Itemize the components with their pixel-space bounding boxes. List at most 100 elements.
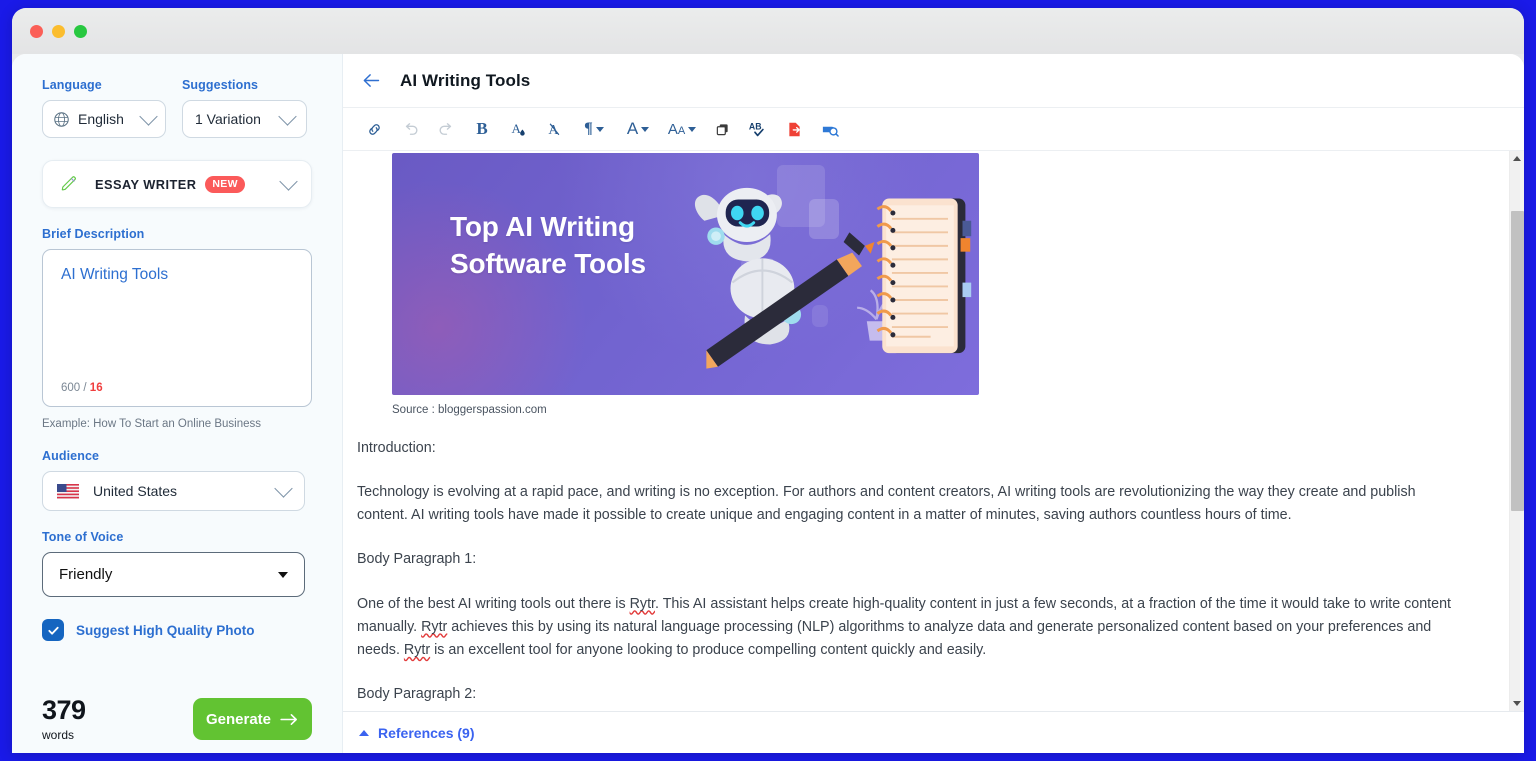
paragraph-icon[interactable]: ¶ xyxy=(573,114,615,144)
use-case-title: ESSAY WRITER xyxy=(95,176,197,192)
paragraph-body1-body: One of the best AI writing tools out the… xyxy=(357,572,1465,662)
suggest-photo-label: Suggest High Quality Photo xyxy=(76,622,255,638)
suggestions-select[interactable]: 1 Variation xyxy=(182,100,307,138)
editor-scroll-region: Top AI Writing Software Tools Source : b… xyxy=(343,151,1524,711)
brief-description-label: Brief Description xyxy=(42,227,145,241)
robot-illustration xyxy=(694,187,972,369)
spellcheck-icon[interactable]: AB xyxy=(741,114,775,144)
char-counter: 600 / 16 xyxy=(61,382,103,394)
scroll-down-arrow[interactable] xyxy=(1510,696,1524,711)
audience-group: Audience United States xyxy=(42,449,312,511)
pen-icon xyxy=(61,176,76,191)
char-separator: / xyxy=(83,382,87,394)
editor-scrollbar[interactable] xyxy=(1509,151,1524,711)
redo-icon[interactable] xyxy=(429,114,463,144)
paragraph-intro-heading: Introduction: xyxy=(357,440,436,456)
bold-icon[interactable]: B xyxy=(465,114,499,144)
misspelled-word[interactable]: Rytr xyxy=(630,596,655,612)
settings-sidebar: Language English Suggestions 1 Variation… xyxy=(12,54,343,753)
us-flag-icon xyxy=(57,483,79,499)
language-select[interactable]: English xyxy=(42,100,166,138)
document-header: AI Writing Tools xyxy=(343,54,1524,108)
audience-label: Audience xyxy=(42,449,100,463)
language-suggestions-row: Language English Suggestions 1 Variation xyxy=(42,78,312,138)
font-family-icon[interactable]: A xyxy=(617,114,659,144)
editor-panel: AI Writing Tools B A A ¶ A AA AB Top AI … xyxy=(343,54,1524,753)
document-body[interactable]: Top AI Writing Software Tools Source : b… xyxy=(343,151,1509,711)
chevron-down-icon xyxy=(278,106,297,126)
back-arrow-icon[interactable] xyxy=(361,70,382,91)
editor-toolbar: B A A ¶ A AA AB xyxy=(343,108,1524,151)
paragraph-body2-heading: Body Paragraph 2: xyxy=(357,686,477,703)
brief-description-group: Brief Description AI Writing Tools 600 /… xyxy=(42,227,312,430)
word-count-block: 379 words xyxy=(42,697,86,742)
paragraph-body1-heading: Body Paragraph 1: xyxy=(357,551,477,568)
scroll-up-arrow[interactable] xyxy=(1510,151,1524,166)
char-limit: 600 xyxy=(61,382,81,394)
language-value: English xyxy=(78,111,124,127)
window-titlebar xyxy=(12,8,1524,54)
word-count-label: words xyxy=(42,728,75,742)
caret-down-icon xyxy=(278,571,288,578)
plagiarism-check-icon[interactable] xyxy=(813,114,847,144)
svg-text:A: A xyxy=(511,121,521,136)
tone-value: Friendly xyxy=(59,566,113,583)
char-used: 16 xyxy=(89,382,103,394)
suggestions-value: 1 Variation xyxy=(195,111,261,127)
article-hero-image: Top AI Writing Software Tools xyxy=(392,153,979,395)
banner-title-line2: Software Tools xyxy=(450,247,646,279)
suggest-photo-toggle[interactable]: Suggest High Quality Photo xyxy=(42,619,312,641)
maximize-window-button[interactable] xyxy=(74,24,87,38)
text-color-icon[interactable]: A xyxy=(501,114,535,144)
text-run: One of the best AI writing tools out the… xyxy=(357,595,630,612)
svg-text:AB: AB xyxy=(748,121,761,131)
text-run: is an excellent tool for anyone looking … xyxy=(430,641,987,658)
chevron-down-icon xyxy=(274,478,293,498)
audience-select[interactable]: United States xyxy=(42,471,305,511)
chevron-up-icon xyxy=(359,729,369,736)
source-caption: Source : bloggerspassion.com xyxy=(392,404,547,416)
copy-icon[interactable] xyxy=(705,114,739,144)
chevron-down-icon xyxy=(279,171,298,191)
app-window: Language English Suggestions 1 Variation… xyxy=(12,8,1524,753)
brief-description-hint: Example: How To Start an Online Business xyxy=(42,418,262,430)
brief-description-value: AI Writing Tools xyxy=(61,266,169,283)
audience-value: United States xyxy=(93,483,178,499)
minimize-window-button[interactable] xyxy=(52,24,65,38)
language-group: Language English xyxy=(42,78,166,138)
scrollbar-thumb[interactable] xyxy=(1511,211,1524,511)
page-root: Language English Suggestions 1 Variation… xyxy=(12,54,1524,753)
globe-icon xyxy=(54,111,69,127)
tone-group: Tone of Voice Friendly xyxy=(42,530,312,597)
tone-label: Tone of Voice xyxy=(42,530,124,544)
close-window-button[interactable] xyxy=(30,24,43,38)
brief-description-input[interactable]: AI Writing Tools 600 / 16 xyxy=(42,249,312,407)
export-doc-icon[interactable] xyxy=(777,114,811,144)
banner-title-line1: Top AI Writing xyxy=(450,211,635,242)
suggestions-group: Suggestions 1 Variation xyxy=(182,78,307,138)
suggestions-label: Suggestions xyxy=(182,78,259,92)
font-size-icon[interactable]: AA xyxy=(661,114,703,144)
banner-title: Top AI Writing Software Tools xyxy=(450,209,646,283)
svg-text:A: A xyxy=(548,122,559,137)
misspelled-word[interactable]: Rytr xyxy=(421,619,447,635)
language-label: Language xyxy=(42,78,102,92)
new-badge: NEW xyxy=(205,175,245,193)
use-case-selector[interactable]: ESSAY WRITER NEW xyxy=(42,160,312,208)
misspelled-word[interactable]: Rytr xyxy=(404,642,430,658)
chevron-down-icon xyxy=(139,106,158,126)
sidebar-footer: 379 words Generate xyxy=(12,685,342,753)
check-icon xyxy=(47,626,59,635)
tone-select[interactable]: Friendly xyxy=(42,552,305,597)
references-label: References (9) xyxy=(378,724,475,741)
arrow-right-icon xyxy=(280,713,297,725)
references-toggle[interactable]: References (9) xyxy=(343,711,1524,753)
page-title: AI Writing Tools xyxy=(400,70,531,90)
checkbox-checked[interactable] xyxy=(42,619,64,641)
link-icon[interactable] xyxy=(357,114,391,144)
generate-label: Generate xyxy=(205,710,272,728)
undo-icon[interactable] xyxy=(393,114,427,144)
clear-format-icon[interactable]: A xyxy=(537,114,571,144)
paragraph-intro-body: Technology is evolving at a rapid pace, … xyxy=(357,484,1416,524)
generate-button[interactable]: Generate xyxy=(193,698,312,740)
